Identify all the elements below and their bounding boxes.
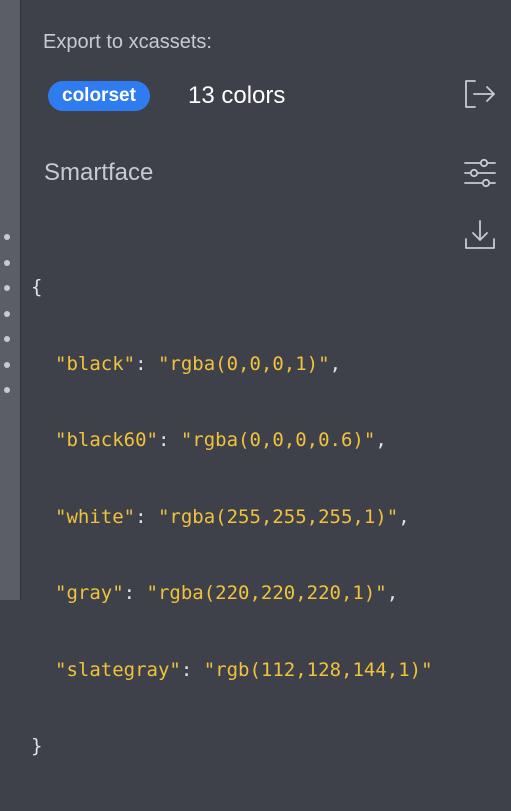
export-arrow-icon[interactable]	[462, 76, 498, 112]
sliders-icon[interactable]	[462, 155, 498, 191]
color-value: "rgba(220,220,220,1)"	[146, 582, 387, 604]
code-line: "gray": "rgba(220,220,220,1)",	[55, 582, 399, 604]
code-line: {	[31, 275, 433, 301]
color-count: 13 colors	[188, 82, 286, 109]
code-line: "black": "rgba(0,0,0,1)",	[55, 352, 342, 375]
line-marker-dot	[4, 260, 10, 266]
code-line: "black60": "rgba(0,0,0,0.6)",	[55, 429, 387, 451]
export-panel: Export to xcassets: colorset 13 colors S…	[21, 0, 511, 757]
color-key: "slategray"	[55, 658, 181, 681]
color-key: "white"	[55, 505, 136, 528]
color-key: "black"	[55, 352, 136, 375]
code-line: "slategray": "rgb(112,128,144,1)"	[55, 658, 433, 681]
code-line: "white": "rgba(255,255,255,1)",	[55, 505, 410, 528]
line-marker-dot	[4, 285, 10, 291]
format-badge[interactable]: colorset	[48, 81, 150, 111]
json-code-block: { "black": "rgba(0,0,0,1)", "black60": "…	[31, 224, 433, 811]
line-marker-dot	[4, 362, 10, 368]
download-icon[interactable]	[462, 217, 498, 253]
line-marker-dot	[4, 387, 10, 393]
open-brace: {	[31, 276, 43, 298]
color-key: "black60"	[55, 429, 158, 451]
section-title: Smartface	[44, 159, 154, 186]
color-value: "rgba(255,255,255,1)"	[157, 505, 399, 528]
code-line: }	[31, 734, 433, 760]
line-marker-dot	[4, 336, 10, 342]
color-key: "gray"	[55, 582, 124, 604]
color-value: "rgb(112,128,144,1)"	[203, 658, 433, 681]
left-rail	[0, 0, 21, 600]
line-marker-dot	[4, 234, 10, 240]
line-marker-dot	[4, 311, 10, 317]
color-value: "rgba(0,0,0,0.6)"	[180, 429, 376, 451]
export-title: Export to xcassets:	[43, 31, 212, 53]
close-brace: }	[31, 735, 43, 757]
color-value: "rgba(0,0,0,1)"	[157, 352, 330, 375]
